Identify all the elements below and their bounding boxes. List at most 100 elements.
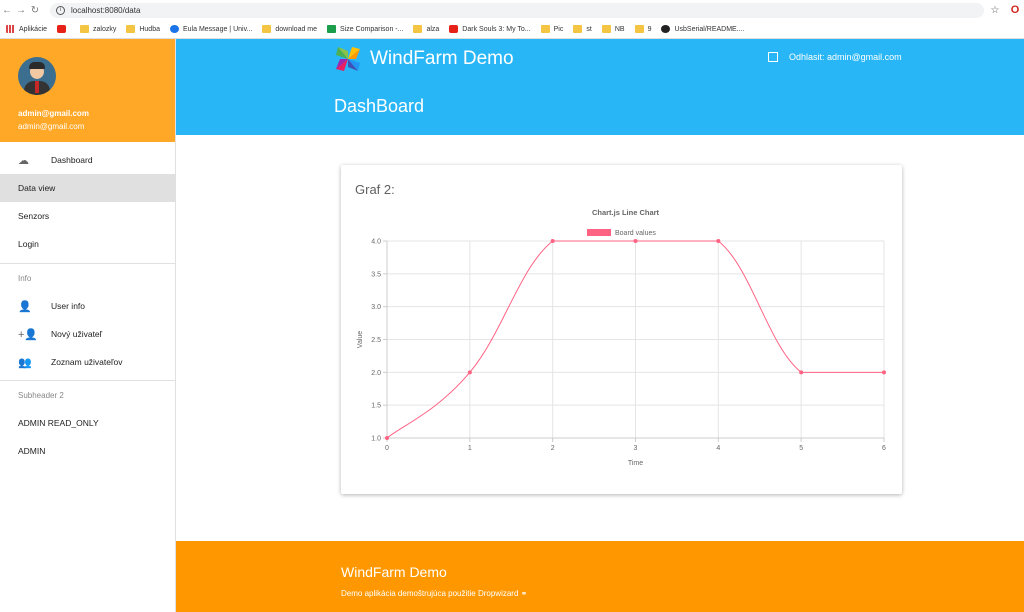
sidebar-item-label: Login [18, 239, 39, 249]
y-tick-label: 4.0 [371, 239, 381, 246]
data-point [633, 239, 638, 243]
sidebar-item-login[interactable]: Login [0, 230, 175, 258]
sidebar-item-label: Data view [18, 183, 56, 193]
bookmark-label: 9 [647, 25, 652, 33]
chart-title: Chart.js Line Chart [592, 208, 660, 217]
bookmark-star-icon[interactable]: ☆ [984, 5, 1006, 16]
bookmark-label: Pic [553, 25, 564, 33]
bookmark-item[interactable] [57, 25, 70, 33]
bookmark-label: Hudba [139, 25, 160, 33]
person-icon: 👤 [18, 300, 32, 313]
bookmark-item[interactable]: UsbSerial/README.... [661, 25, 745, 33]
bookmarks-bar: Aplikácie zalozky Hudba Eula Message | Univ… [0, 20, 1024, 39]
pinwheel-logo-icon [336, 47, 360, 71]
sidebar-menu: ☁ Dashboard Data view Senzors Login Info 👤 User… [0, 142, 175, 465]
sidebar-item-nov-u-ivate-[interactable]: +👤 Nový uživateľ [0, 320, 175, 348]
bookmark-label: Eula Message | Univ... [183, 25, 253, 33]
back-arrow-icon[interactable]: ← [0, 5, 14, 16]
sidebar-subheader: Info [18, 273, 32, 283]
x-tick-label: 2 [551, 445, 555, 452]
bookmark-item[interactable]: Dark Souls 3: My To... [449, 25, 531, 33]
data-point [550, 239, 555, 243]
bookmark-item[interactable]: Hudba [126, 25, 160, 33]
browser-toolbar: ← → ↻ i localhost:8080/data ☆ O [0, 0, 1024, 20]
bookmark-item[interactable]: Aplikácie [6, 25, 47, 33]
y-tick-label: 1.5 [371, 403, 381, 410]
folder-icon [634, 25, 644, 33]
site-icon [327, 25, 337, 33]
legend-swatch [587, 229, 611, 236]
bookmark-item[interactable]: download me [262, 25, 317, 33]
bookmark-label: Aplikácie [19, 25, 48, 33]
bookmark-item[interactable]: 9 [634, 25, 652, 33]
sidebar-item-label: Zoznam uživateľov [51, 357, 123, 367]
brand-title: WindFarm Demo [370, 48, 514, 69]
bookmark-label: st [586, 25, 592, 33]
forward-arrow-icon[interactable]: → [14, 5, 28, 16]
app-bar: WindFarm Demo Odhlasit: admin@gmail.com … [176, 39, 1024, 135]
folder-icon [540, 25, 550, 33]
opera-icon[interactable]: O [1006, 4, 1024, 16]
sidebar-item-data-view[interactable]: Data view [0, 174, 175, 202]
bookmark-label: Dark Souls 3: My To... [462, 25, 531, 33]
bookmark-item[interactable]: Pic [540, 25, 564, 33]
address-bar[interactable]: i localhost:8080/data [50, 2, 984, 18]
url-text: localhost:8080/data [71, 5, 141, 15]
data-point [385, 436, 389, 440]
legend-label: Board values [615, 230, 656, 237]
sidebar-item-label: Senzors [18, 211, 50, 221]
sidebar-item-admin-read-only[interactable]: ADMIN READ_ONLY [0, 409, 175, 437]
x-tick-label: 3 [634, 445, 638, 452]
sidebar-subheader: Subheader 2 [18, 390, 64, 400]
bookmark-label: UsbSerial/README.... [674, 25, 745, 33]
folder-icon [262, 25, 272, 33]
folder-icon [126, 25, 136, 33]
user-name: admin@gmail.com [18, 109, 89, 118]
x-tick-label: 1 [468, 445, 472, 452]
sidebar-item-label: Nový uživateľ [51, 329, 103, 339]
bookmark-label: NB [614, 25, 625, 33]
folder-icon [601, 25, 611, 33]
sidebar-item-label: User info [51, 301, 86, 311]
sidebar-item-admin[interactable]: ADMIN [0, 437, 175, 465]
folder-icon [573, 25, 583, 33]
site-icon [170, 25, 179, 33]
folder-icon [80, 25, 90, 33]
x-tick-label: 5 [799, 445, 803, 452]
people-icon: 👥 [18, 356, 32, 369]
y-tick-label: 2.0 [371, 370, 381, 377]
x-tick-label: 4 [716, 445, 720, 452]
info-icon[interactable]: i [56, 5, 65, 15]
sidebar-item-zoznam-u-ivate-ov[interactable]: 👥 Zoznam uživateľov [0, 348, 175, 376]
y-tick-label: 2.5 [371, 337, 381, 344]
y-tick-label: 1.0 [371, 436, 381, 443]
sidebar-item-label: ADMIN [18, 446, 46, 456]
bookmark-item[interactable]: zalozky [80, 25, 116, 33]
reload-icon[interactable]: ↻ [28, 5, 42, 16]
apps-grid-icon [6, 25, 15, 33]
user-email: admin@gmail.com [18, 122, 85, 131]
bookmark-item[interactable]: NB [601, 25, 625, 33]
y-axis-label: Value [357, 331, 364, 348]
youtube-icon [57, 25, 67, 33]
x-axis-label: Time [628, 460, 643, 467]
bookmark-label: zalozky [93, 25, 117, 33]
sidebar-item-label: Dashboard [51, 155, 93, 165]
github-icon [661, 25, 671, 33]
x-tick-label: 6 [882, 445, 886, 452]
bookmark-item[interactable]: Eula Message | Univ... [170, 25, 252, 33]
bookmark-item[interactable]: Size Comparison -... [327, 25, 403, 33]
data-point [716, 239, 721, 243]
bookmark-item[interactable]: alza [413, 25, 439, 33]
sidebar-item-senzors[interactable]: Senzors [0, 202, 175, 230]
bookmark-label: alza [426, 25, 440, 33]
person-add-icon: +👤 [18, 328, 39, 341]
bookmark-item[interactable]: st [573, 25, 592, 33]
footer-text: Demo aplikácia demoštrujúca použitie Dro… [341, 589, 528, 598]
sidebar-header: admin@gmail.com admin@gmail.com [0, 39, 175, 142]
logout-button[interactable]: Odhlasit: admin@gmail.com [768, 52, 902, 62]
sidebar-item-dashboard[interactable]: ☁ Dashboard [0, 146, 175, 174]
sidebar-item-user-info[interactable]: 👤 User info [0, 292, 175, 320]
footer: WindFarm Demo Demo aplikácia demoštrujúc… [176, 541, 1024, 612]
brand[interactable]: WindFarm Demo [334, 45, 514, 73]
